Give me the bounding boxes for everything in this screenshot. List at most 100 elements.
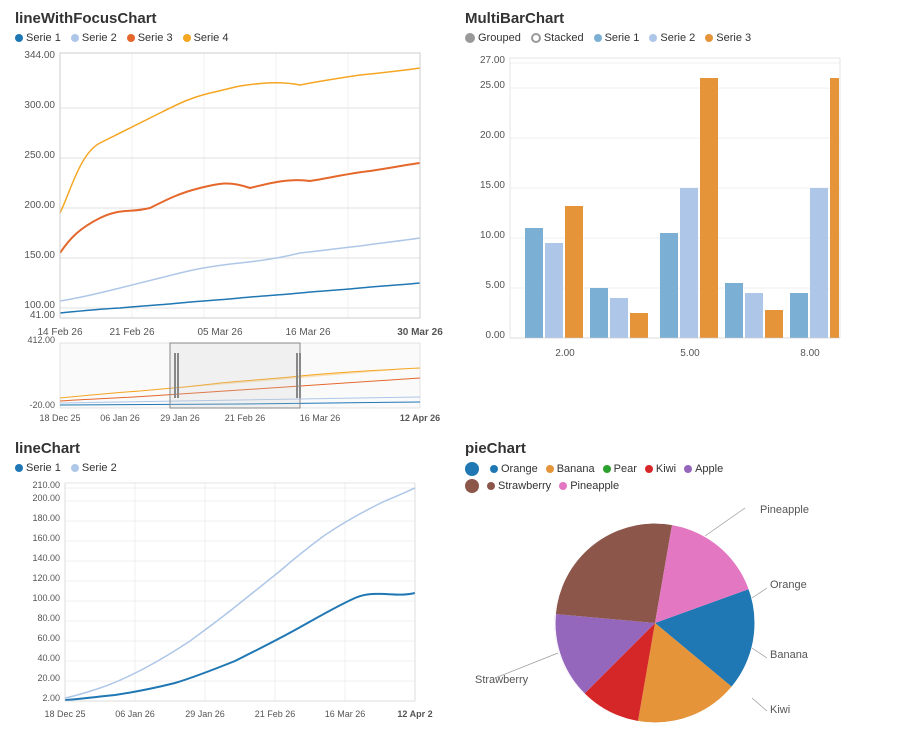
svg-text:0.00: 0.00 xyxy=(486,330,506,341)
svg-text:250.00: 250.00 xyxy=(24,150,55,161)
legend-mb-dot-serie2 xyxy=(649,34,657,42)
svg-text:29 Jan 26: 29 Jan 26 xyxy=(185,709,225,719)
pie-chart-svg: Pineapple Orange Banana Kiwi Strawberry xyxy=(465,498,845,738)
svg-text:140.00: 140.00 xyxy=(32,553,60,563)
legend-dot-serie3 xyxy=(127,34,135,42)
pie-label-orange: Orange xyxy=(501,463,538,475)
multi-bar-title: MultiBarChart xyxy=(465,10,885,27)
legend-serie1: Serie 1 xyxy=(15,32,61,44)
pie-dot-pineapple xyxy=(559,482,567,490)
line-with-focus-chart-panel: lineWithFocusChart Serie 1 Serie 2 Serie… xyxy=(0,0,450,430)
svg-text:120.00: 120.00 xyxy=(32,573,60,583)
svg-text:-20.00: -20.00 xyxy=(29,400,55,410)
pie-label-strawberry: Strawberry xyxy=(498,480,551,492)
legend-mb-label-serie3: Serie 3 xyxy=(716,32,751,44)
svg-text:2.00: 2.00 xyxy=(555,348,575,359)
legend-label-serie3: Serie 3 xyxy=(138,32,173,44)
toggle-grouped-circle xyxy=(465,33,475,43)
svg-text:300.00: 300.00 xyxy=(24,100,55,111)
pie-dot-pear xyxy=(603,465,611,473)
svg-text:29 Jan 26: 29 Jan 26 xyxy=(160,413,200,423)
legend-mb-dot-serie3 xyxy=(705,34,713,42)
legend-lc-label-serie2: Serie 2 xyxy=(82,462,117,474)
pie-legend-strawberry: Strawberry xyxy=(487,480,551,492)
svg-text:21 Feb 26: 21 Feb 26 xyxy=(225,413,266,423)
legend-dot-serie2 xyxy=(71,34,79,42)
toggle-stacked-label: Stacked xyxy=(544,32,584,44)
svg-text:06 Jan 26: 06 Jan 26 xyxy=(100,413,140,423)
toggle-stacked[interactable]: Stacked xyxy=(531,32,584,44)
svg-text:8.00: 8.00 xyxy=(800,348,820,359)
svg-text:2.00: 2.00 xyxy=(42,693,60,703)
legend-lc-dot-serie2 xyxy=(71,464,79,472)
legend-dot-serie1 xyxy=(15,34,23,42)
pie-legend-strawberry-big-dot xyxy=(465,479,479,493)
toggle-stacked-circle xyxy=(531,33,541,43)
pie-legend-apple: Apple xyxy=(684,463,723,475)
svg-text:Pineapple: Pineapple xyxy=(760,504,809,516)
legend-mb-serie2: Serie 2 xyxy=(649,32,695,44)
legend-label-serie2: Serie 2 xyxy=(82,32,117,44)
svg-text:18 Dec 25: 18 Dec 25 xyxy=(44,709,85,719)
svg-text:15.00: 15.00 xyxy=(480,180,505,191)
legend-label-serie1: Serie 1 xyxy=(26,32,61,44)
svg-text:100.00: 100.00 xyxy=(32,593,60,603)
svg-text:12 Apr 2: 12 Apr 2 xyxy=(397,709,432,719)
pie-label-apple: Apple xyxy=(695,463,723,475)
pie-legend-large-dot-area xyxy=(465,462,482,476)
legend-serie2: Serie 2 xyxy=(71,32,117,44)
legend-mb-label-serie2: Serie 2 xyxy=(660,32,695,44)
svg-text:27.00: 27.00 xyxy=(480,55,505,66)
svg-text:21 Feb 26: 21 Feb 26 xyxy=(109,327,154,338)
svg-text:344.00: 344.00 xyxy=(24,50,55,61)
line-with-focus-title: lineWithFocusChart xyxy=(15,10,435,27)
legend-mb-label-serie1: Serie 1 xyxy=(605,32,640,44)
svg-text:41.00: 41.00 xyxy=(30,310,55,321)
pie-label-kiwi: Kiwi xyxy=(656,463,676,475)
svg-text:40.00: 40.00 xyxy=(37,653,60,663)
line-with-focus-svg: 344.00 300.00 250.00 200.00 150.00 100.0… xyxy=(15,48,435,418)
pie-dot-strawberry xyxy=(487,482,495,490)
pie-dot-apple xyxy=(684,465,692,473)
svg-text:Kiwi: Kiwi xyxy=(770,704,790,716)
svg-text:16 Mar 26: 16 Mar 26 xyxy=(285,327,330,338)
line-chart-legend: Serie 1 Serie 2 xyxy=(15,462,435,474)
pie-legend-kiwi: Kiwi xyxy=(645,463,676,475)
svg-text:30 Mar 26: 30 Mar 26 xyxy=(397,327,443,338)
legend-lc-serie1: Serie 1 xyxy=(15,462,61,474)
svg-text:Strawberry: Strawberry xyxy=(475,674,529,686)
pie-legend-pear: Pear xyxy=(603,463,637,475)
line-chart-panel: lineChart Serie 1 Serie 2 210.00 200.00 … xyxy=(0,430,450,740)
svg-text:Orange: Orange xyxy=(770,579,807,591)
svg-text:210.00: 210.00 xyxy=(32,480,60,490)
pie-legend-pineapple: Pineapple xyxy=(559,480,619,492)
legend-lc-dot-serie1 xyxy=(15,464,23,472)
toggle-grouped[interactable]: Grouped xyxy=(465,32,521,44)
svg-text:5.00: 5.00 xyxy=(486,280,506,291)
pie-legend-banana: Banana xyxy=(546,463,595,475)
pie-chart-panel: pieChart Orange Banana Pear Kiwi xyxy=(450,430,900,740)
svg-text:06 Jan 26: 06 Jan 26 xyxy=(115,709,155,719)
line-chart-title: lineChart xyxy=(15,440,435,457)
svg-text:5.00: 5.00 xyxy=(680,348,700,359)
pie-chart-title: pieChart xyxy=(465,440,885,457)
svg-text:200.00: 200.00 xyxy=(32,493,60,503)
svg-text:21 Feb 26: 21 Feb 26 xyxy=(255,709,296,719)
pie-legend: Orange Banana Pear Kiwi Apple xyxy=(465,462,885,493)
svg-text:12 Apr 26: 12 Apr 26 xyxy=(400,413,440,423)
pie-legend-row2: Strawberry Pineapple xyxy=(465,479,885,493)
svg-text:05 Mar 26: 05 Mar 26 xyxy=(197,327,242,338)
pie-dot-orange xyxy=(490,465,498,473)
svg-text:Banana: Banana xyxy=(770,649,809,661)
line-chart-svg: 210.00 200.00 180.00 160.00 140.00 120.0… xyxy=(15,478,435,738)
legend-lc-serie2: Serie 2 xyxy=(71,462,117,474)
svg-text:180.00: 180.00 xyxy=(32,513,60,523)
pie-dot-banana xyxy=(546,465,554,473)
svg-text:80.00: 80.00 xyxy=(37,613,60,623)
svg-text:16 Mar 26: 16 Mar 26 xyxy=(300,413,341,423)
pie-dot-kiwi xyxy=(645,465,653,473)
svg-text:200.00: 200.00 xyxy=(24,200,55,211)
svg-text:18 Dec 25: 18 Dec 25 xyxy=(39,413,80,423)
multi-bar-legend: Grouped Stacked Serie 1 Serie 2 Serie 3 xyxy=(465,32,885,44)
legend-mb-serie1: Serie 1 xyxy=(594,32,640,44)
